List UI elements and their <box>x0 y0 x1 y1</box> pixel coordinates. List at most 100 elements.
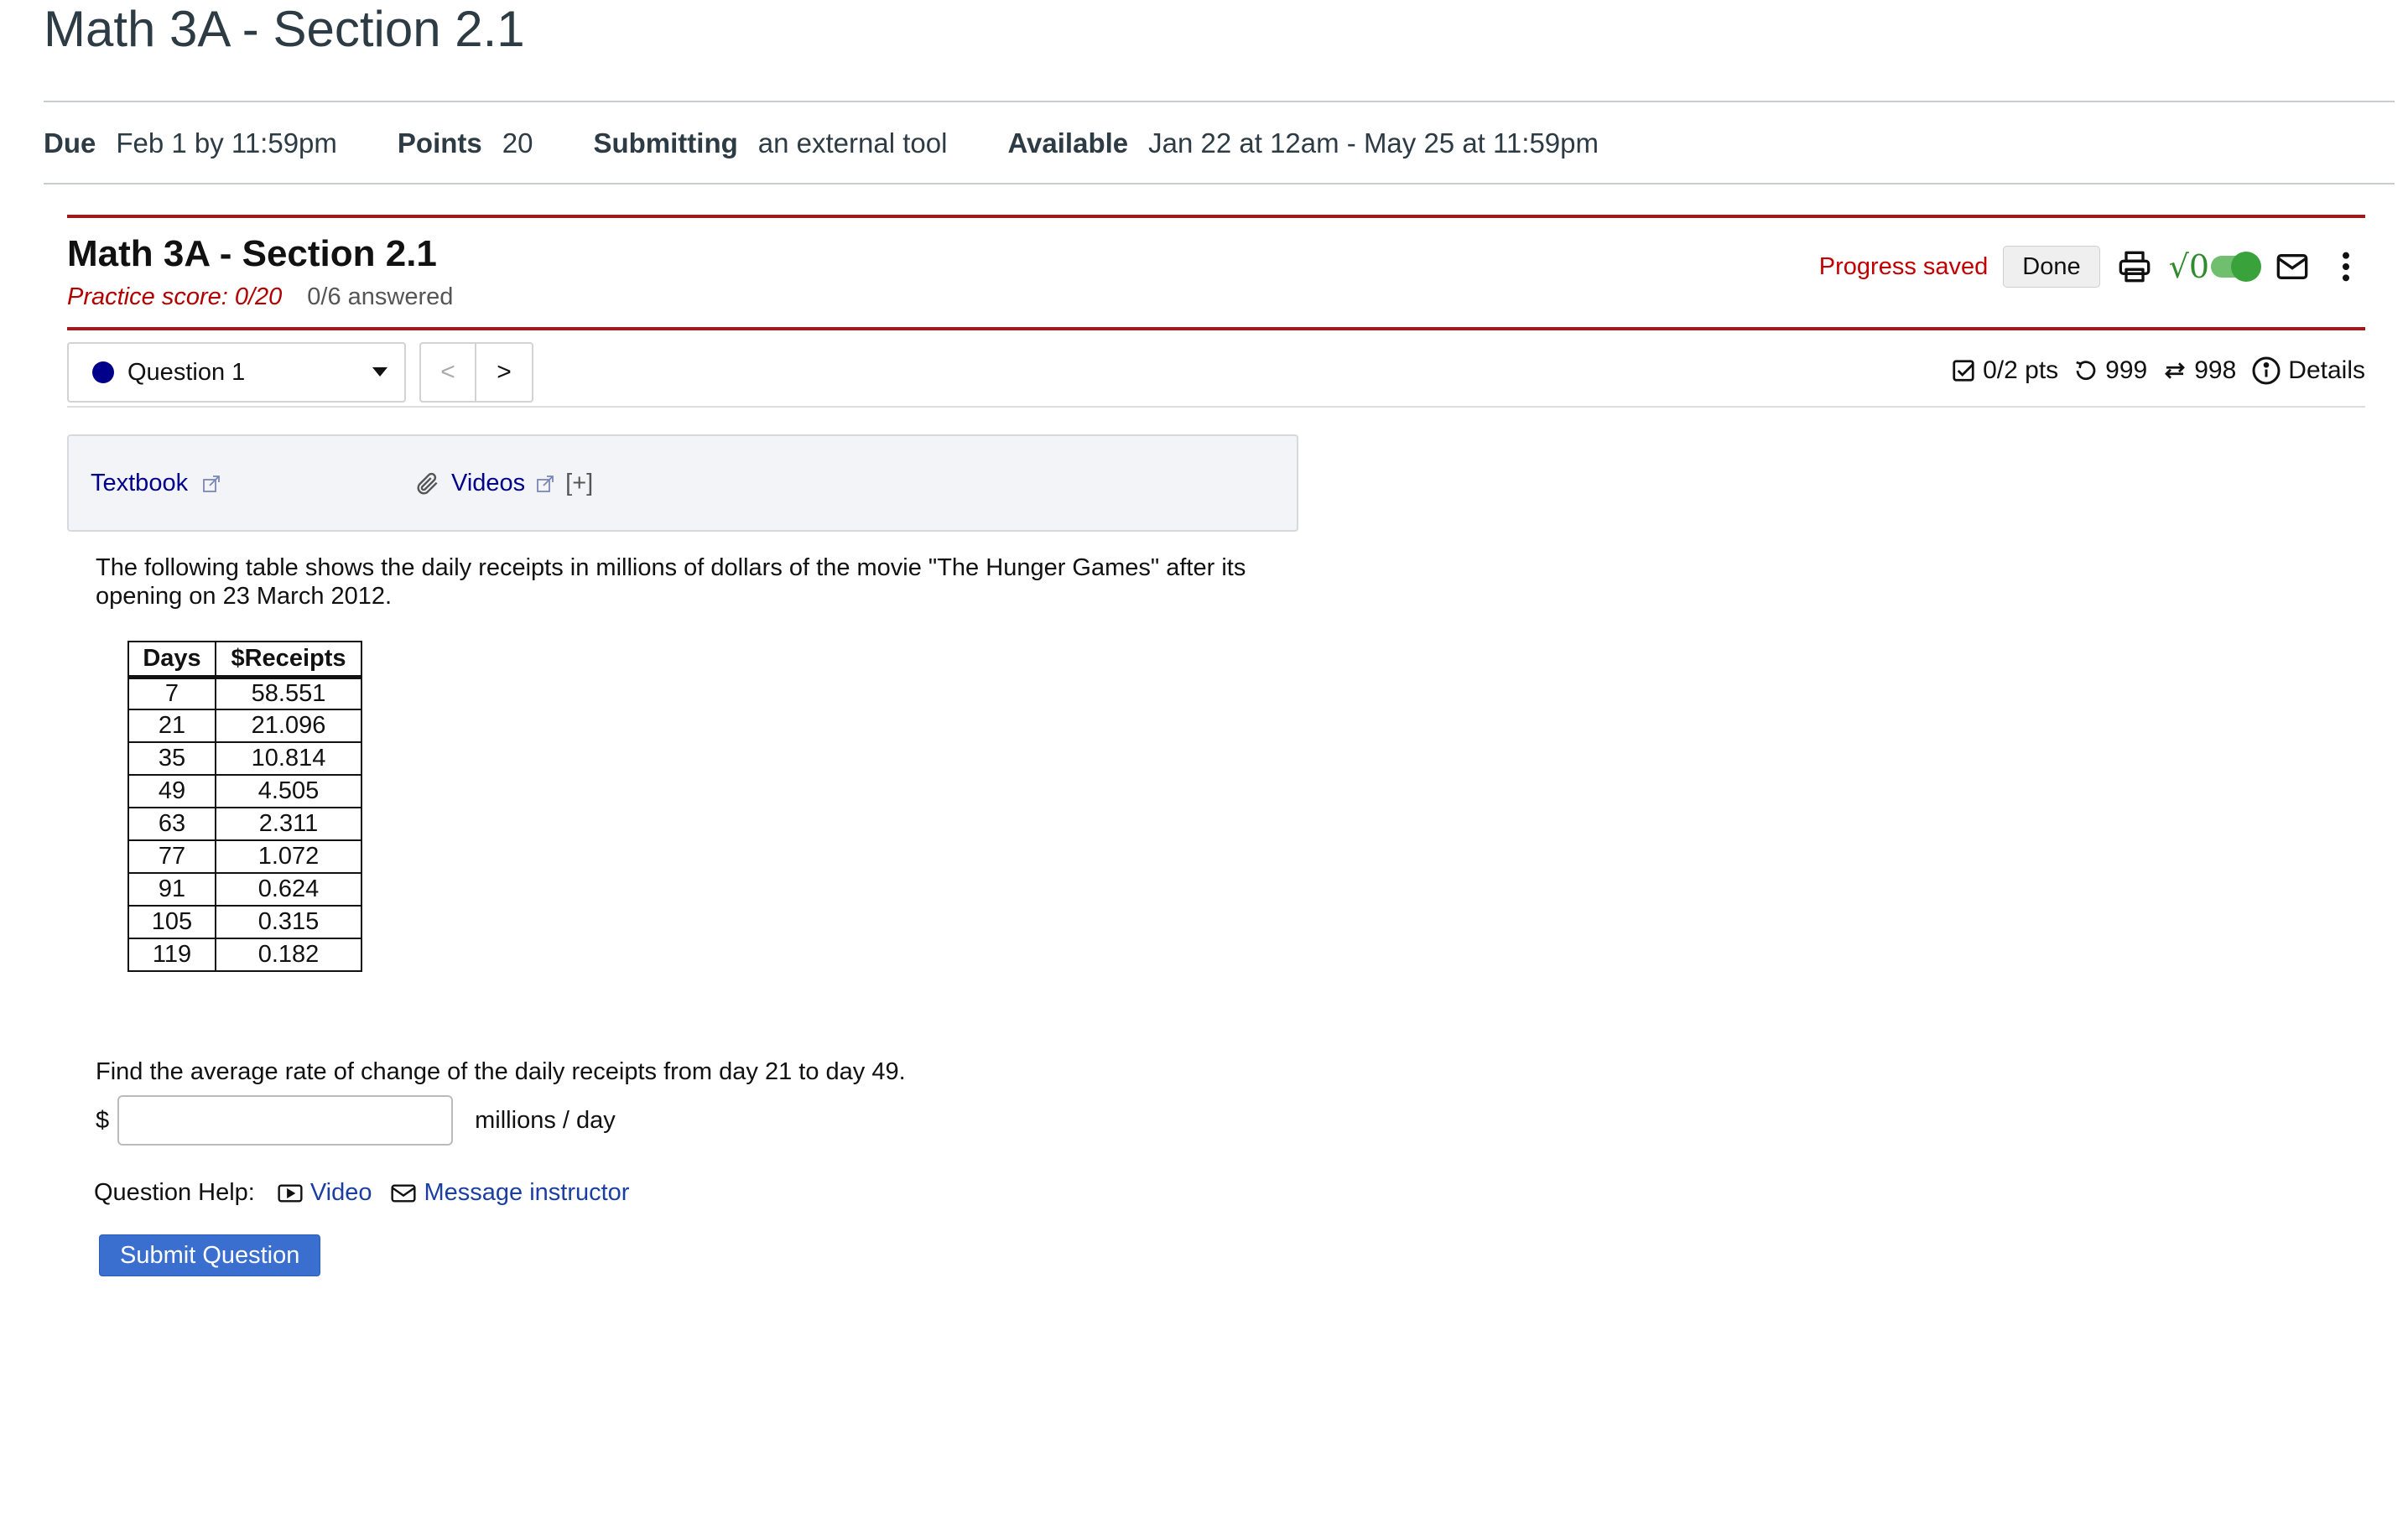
column-header: Days <box>127 641 216 679</box>
assessment-frame: Math 3A - Section 2.1 Practice score: 0/… <box>67 215 2365 1389</box>
available-value: Jan 22 at 12am - May 25 at 11:59pm <box>1148 127 1599 158</box>
resource-box: Textbook Videos [+] <box>67 434 1298 532</box>
message-instructor-link[interactable]: Message instructor <box>390 1179 629 1207</box>
table-cell: 21.096 <box>215 709 362 743</box>
table-row: 21 21.096 <box>127 709 362 743</box>
submitting-value: an external tool <box>757 127 948 158</box>
table-cell: 0.624 <box>215 872 362 907</box>
assessment-title: Math 3A - Section 2.1 <box>67 233 437 274</box>
details-label: Details <box>2288 356 2365 384</box>
printer-icon[interactable] <box>2115 247 2154 286</box>
regens-count: 998 <box>2194 356 2237 384</box>
table-cell: 0.315 <box>215 905 362 939</box>
table-cell: 0.182 <box>215 938 362 972</box>
table-cell: 4.505 <box>215 774 362 808</box>
external-link-icon <box>537 475 554 492</box>
table-cell: 49 <box>127 774 216 808</box>
textbook-label: Textbook <box>91 470 189 496</box>
divider <box>44 183 2395 184</box>
answered-count: 0/6 answered <box>307 283 454 310</box>
retry-icon <box>2076 361 2096 381</box>
header-rule <box>67 327 2365 330</box>
table-cell: 77 <box>127 839 216 874</box>
regen-icon <box>2165 362 2186 379</box>
assignment-meta: Due Feb 1 by 11:59pm Points 20 Submittin… <box>44 124 1659 163</box>
table-row: 63 2.311 <box>127 807 362 841</box>
column-header: $Receipts <box>215 641 362 679</box>
expand-toggle[interactable]: [+] <box>565 470 593 497</box>
retries-indicator: 999 <box>2073 356 2147 385</box>
table-cell: 63 <box>127 807 216 841</box>
toggle-switch <box>2211 252 2261 282</box>
question-select-label: Question 1 <box>127 358 246 386</box>
submitting-label: Submitting <box>593 127 738 158</box>
external-link-icon <box>203 475 220 492</box>
mail-icon <box>391 1183 417 1203</box>
answer-input[interactable] <box>117 1095 454 1146</box>
video-icon <box>278 1183 303 1203</box>
prev-question-button[interactable]: < <box>419 342 476 403</box>
paperclip-icon <box>417 472 438 495</box>
mathquill-toggle[interactable]: √0 <box>2168 248 2261 285</box>
divider <box>44 101 2395 102</box>
retries-count: 999 <box>2105 356 2148 384</box>
table-row: 7 58.551 <box>127 676 362 710</box>
table-cell: 91 <box>127 872 216 907</box>
kebab-menu-icon[interactable] <box>2327 247 2365 286</box>
question-instruction: Find the average rate of change of the d… <box>96 1058 906 1085</box>
table-row: 77 1.072 <box>127 839 362 874</box>
table-row: 91 0.624 <box>127 872 362 907</box>
header-rule <box>67 215 2365 218</box>
table-row: 49 4.505 <box>127 774 362 808</box>
table-cell: 21 <box>127 709 216 743</box>
mail-icon[interactable] <box>2273 247 2312 286</box>
videos-label: Videos <box>451 470 526 496</box>
question-select[interactable]: Question 1 <box>67 342 406 403</box>
practice-score: Practice score: 0/20 <box>67 283 283 310</box>
textbook-link[interactable]: Textbook <box>91 470 221 497</box>
due-value: Feb 1 by 11:59pm <box>116 127 337 158</box>
points-indicator: 0/2 pts <box>1951 356 2058 385</box>
table-cell: 105 <box>127 905 216 939</box>
table-cell: 7 <box>127 676 216 710</box>
points-value: 20 <box>502 127 533 158</box>
table-cell: 119 <box>127 938 216 972</box>
prev-next-buttons: < > <box>419 342 533 403</box>
table-cell: 10.814 <box>215 741 362 776</box>
done-button[interactable]: Done <box>2003 246 2100 288</box>
submit-question-button[interactable]: Submit Question <box>99 1234 321 1276</box>
page: Math 3A - Section 2.1 Due Feb 1 by 11:59… <box>0 0 2408 1538</box>
table-cell: 58.551 <box>215 676 362 710</box>
status-dot-icon <box>92 361 114 383</box>
help-video-link[interactable]: Video <box>277 1179 372 1207</box>
answer-units: millions / day <box>475 1106 616 1134</box>
message-instructor-label: Message instructor <box>424 1179 630 1206</box>
table-row: 35 10.814 <box>127 741 362 776</box>
points-text: 0/2 pts <box>1983 356 2059 384</box>
question-prompt: The following table shows the daily rece… <box>96 554 1246 610</box>
question-info: 0/2 pts 999 998 Details <box>1944 356 2365 386</box>
sqrt-icon: √0 <box>2168 248 2209 285</box>
divider <box>67 406 2365 408</box>
assessment-toolbar: Progress saved Done √0 <box>1819 243 2365 290</box>
receipts-table: Days $Receipts 7 58.551 21 21.096 35 10.814… <box>127 641 362 972</box>
caret-down-icon <box>372 367 387 377</box>
due-label: Due <box>44 127 96 158</box>
answer-row: $ millions / day <box>96 1095 616 1146</box>
question-help: Question Help: Video Message instructor <box>94 1179 648 1207</box>
question-help-label: Question Help: <box>94 1179 255 1206</box>
points-label: Points <box>397 127 482 158</box>
table-header-row: Days $Receipts <box>127 641 362 679</box>
practice-summary: Practice score: 0/20 0/6 answered <box>67 283 453 311</box>
details-button[interactable]: Details <box>2251 356 2365 386</box>
page-title: Math 3A - Section 2.1 <box>44 1 525 57</box>
table-cell: 35 <box>127 741 216 776</box>
table-cell: 1.072 <box>215 839 362 874</box>
videos-link[interactable]: Videos [+] <box>414 470 593 497</box>
regens-indicator: 998 <box>2162 356 2236 385</box>
table-cell: 2.311 <box>215 807 362 841</box>
help-video-label: Video <box>309 1179 372 1206</box>
table-row: 105 0.315 <box>127 905 362 939</box>
checkbox-icon <box>1953 360 1974 382</box>
next-question-button[interactable]: > <box>476 342 533 403</box>
